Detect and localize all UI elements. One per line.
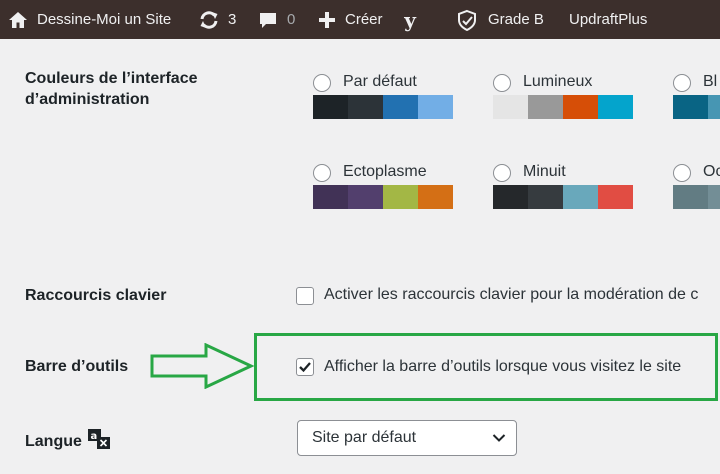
swatch: [563, 95, 598, 119]
color-swatches: [673, 185, 720, 209]
admin-colors-label: Couleurs de l’interface d’administration: [25, 68, 198, 110]
swatch: [493, 95, 528, 119]
toolbar-checkbox-text: Afficher la barre d’outils lorsque vous …: [324, 358, 682, 375]
shield-icon: [458, 9, 476, 31]
radio-button[interactable]: [313, 74, 331, 92]
keyboard-shortcuts-label: Raccourcis clavier: [25, 287, 167, 304]
scheme-name: Bl: [703, 73, 718, 90]
scheme-name: Minuit: [523, 163, 566, 180]
swatch: [383, 185, 418, 209]
radio-button[interactable]: [673, 74, 691, 92]
comments-menu[interactable]: 0: [258, 0, 295, 39]
site-menu[interactable]: Dessine-Moi un Site: [8, 0, 171, 39]
admin-colors-label-line2: d’administration: [25, 91, 150, 108]
scheme-name: Lumineux: [523, 73, 593, 90]
swatch: [348, 95, 383, 119]
swatch: [313, 185, 348, 209]
language-selected-value: Site par défaut: [312, 429, 417, 446]
updates-count: 3: [228, 11, 237, 28]
color-swatches: [493, 95, 633, 119]
admin-colors-label-line1: Couleurs de l’interface: [25, 70, 198, 87]
new-label: Créer: [345, 11, 383, 28]
yoast-menu[interactable]: y: [402, 0, 418, 39]
color-swatches: [313, 185, 453, 209]
swatch: [383, 95, 418, 119]
security-menu[interactable]: Grade B: [456, 0, 544, 39]
language-select[interactable]: Site par défaut: [297, 420, 517, 456]
color-swatches: [673, 95, 720, 119]
scheme-name: Ectoplasme: [343, 163, 427, 180]
swatch: [528, 185, 563, 209]
svg-text:a: a: [91, 431, 98, 442]
plus-icon: [319, 11, 335, 28]
radio-button[interactable]: [493, 164, 511, 182]
color-swatches: [493, 185, 633, 209]
scheme-name: Par défaut: [343, 73, 417, 90]
comment-icon: [260, 12, 276, 28]
toolbar-label: Barre d’outils: [25, 358, 129, 375]
swatch: [598, 185, 633, 209]
updates-menu[interactable]: 3: [198, 0, 236, 39]
swatch: [708, 185, 720, 209]
updates-icon: [200, 10, 218, 29]
comments-count: 0: [287, 11, 296, 28]
translation-icon: a: [88, 429, 110, 449]
updraftplus-menu[interactable]: UpdraftPlus: [569, 0, 647, 39]
scheme-name: Oc: [703, 163, 720, 180]
keyboard-shortcuts-checkbox[interactable]: [296, 287, 314, 305]
swatch: [708, 95, 720, 119]
radio-button[interactable]: [493, 74, 511, 92]
chevron-down-icon: [492, 434, 506, 442]
swatch: [493, 185, 528, 209]
security-grade: Grade B: [488, 11, 544, 28]
new-content-menu[interactable]: Créer: [318, 0, 383, 39]
swatch: [348, 185, 383, 209]
language-label: Langue: [25, 433, 82, 450]
swatch: [563, 185, 598, 209]
swatch: [673, 185, 708, 209]
radio-button[interactable]: [313, 164, 331, 182]
toolbar-checkbox[interactable]: [296, 358, 314, 376]
radio-button[interactable]: [673, 164, 691, 182]
swatch: [418, 95, 453, 119]
yoast-icon: y: [404, 7, 416, 32]
swatch: [313, 95, 348, 119]
swatch: [528, 95, 563, 119]
color-swatches: [313, 95, 453, 119]
home-icon: [9, 11, 27, 28]
site-name: Dessine-Moi un Site: [37, 11, 172, 28]
updraftplus-label: UpdraftPlus: [569, 11, 648, 28]
swatch: [418, 185, 453, 209]
swatch: [598, 95, 633, 119]
keyboard-shortcuts-text: Activer les raccourcis clavier pour la m…: [324, 286, 699, 303]
swatch: [673, 95, 708, 119]
checkmark-icon: [299, 362, 311, 373]
admin-toolbar: Dessine-Moi un Site 3 0 Créer y Grade B: [0, 0, 720, 39]
arrow-right-icon: [150, 343, 255, 389]
